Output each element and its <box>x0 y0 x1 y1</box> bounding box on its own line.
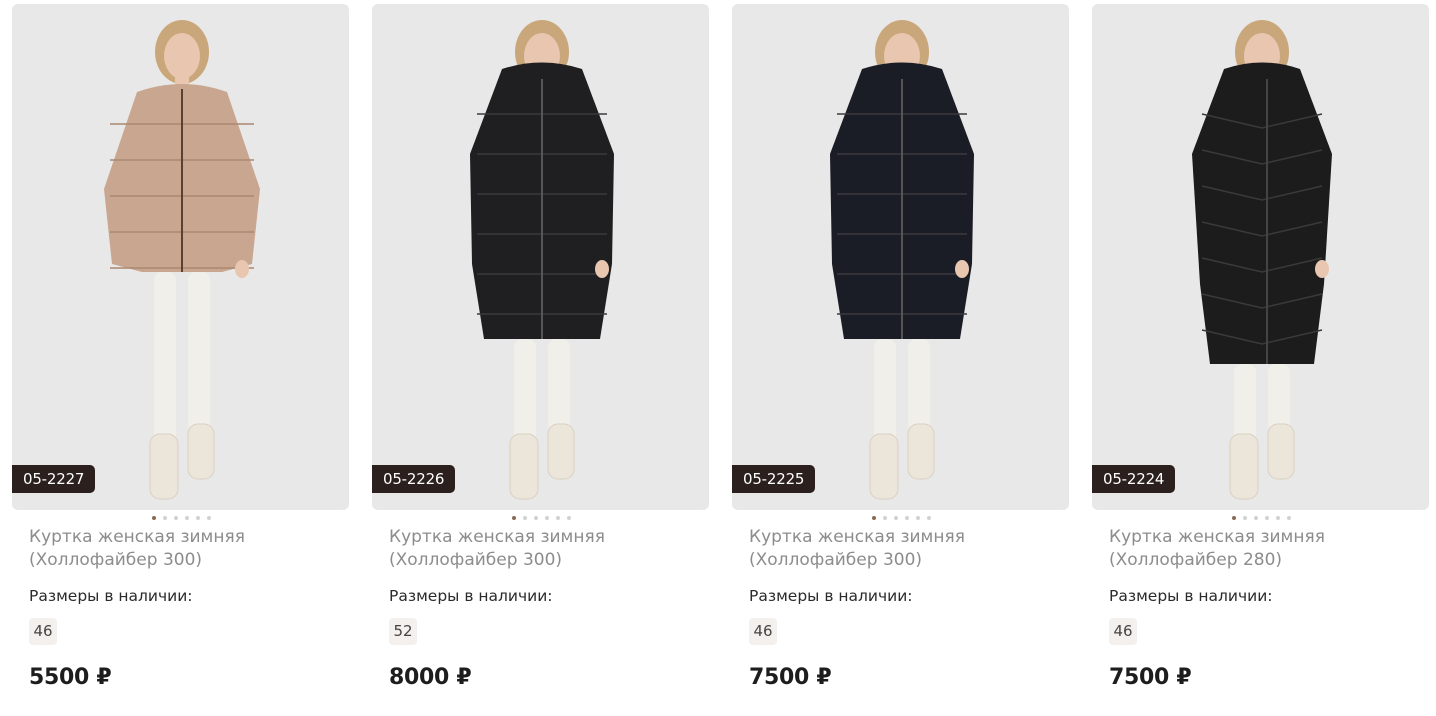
carousel-dots[interactable] <box>732 516 1069 524</box>
carousel-dot[interactable] <box>1232 516 1236 520</box>
product-card[interactable]: 05-2226 Куртка женская зимняя (Холлофайб… <box>372 4 709 704</box>
sizes-label: Размеры в наличии: <box>389 587 553 605</box>
carousel-dots[interactable] <box>372 516 709 524</box>
product-title-line2[interactable]: (Холлофайбер 300) <box>749 549 1059 572</box>
product-title-line1[interactable]: Куртка женская зимняя <box>389 526 699 549</box>
carousel-dot[interactable] <box>905 516 909 520</box>
product-photo[interactable]: 05-2227 <box>12 4 349 510</box>
carousel-dot[interactable] <box>523 516 527 520</box>
carousel-dot[interactable] <box>872 516 876 520</box>
size-chip[interactable]: 46 <box>1109 618 1137 645</box>
sku-badge: 05-2227 <box>12 465 96 493</box>
size-chip[interactable]: 52 <box>389 618 417 645</box>
sizes-label: Размеры в наличии: <box>749 587 913 605</box>
carousel-dot[interactable] <box>556 516 560 520</box>
sku-badge: 05-2226 <box>372 465 456 493</box>
carousel-dot[interactable] <box>163 516 167 520</box>
product-grid: 05-2227 Куртка женская зимняя (Холлофайб… <box>0 0 1436 716</box>
carousel-dot[interactable] <box>567 516 571 520</box>
product-title-line2[interactable]: (Холлофайбер 300) <box>29 549 339 572</box>
carousel-dot[interactable] <box>916 516 920 520</box>
carousel-dots[interactable] <box>1092 516 1429 524</box>
carousel-dot[interactable] <box>545 516 549 520</box>
product-card[interactable]: 05-2225 Куртка женская зимняя (Холлофайб… <box>732 4 1069 704</box>
carousel-dot[interactable] <box>1287 516 1291 520</box>
product-card[interactable]: 05-2224 Куртка женская зимняя (Холлофайб… <box>1092 4 1429 704</box>
price: 5500 ₽ <box>29 665 112 690</box>
product-title[interactable]: Куртка женская зимняя (Холлофайбер 300) <box>29 526 339 572</box>
product-title-line2[interactable]: (Холлофайбер 280) <box>1109 549 1419 572</box>
carousel-dot[interactable] <box>174 516 178 520</box>
sku-badge: 05-2225 <box>732 465 816 493</box>
product-photo[interactable]: 05-2225 <box>732 4 1069 510</box>
size-chip[interactable]: 46 <box>29 618 57 645</box>
sizes-label: Размеры в наличии: <box>29 587 193 605</box>
carousel-dot[interactable] <box>207 516 211 520</box>
product-title[interactable]: Куртка женская зимняя (Холлофайбер 300) <box>749 526 1059 572</box>
price: 8000 ₽ <box>389 665 472 690</box>
carousel-dot[interactable] <box>927 516 931 520</box>
product-title[interactable]: Куртка женская зимняя (Холлофайбер 280) <box>1109 526 1419 572</box>
carousel-dot[interactable] <box>1243 516 1247 520</box>
model-photo-illustration <box>470 20 614 500</box>
product-title-line2[interactable]: (Холлофайбер 300) <box>389 549 699 572</box>
size-chip[interactable]: 46 <box>749 618 777 645</box>
model-photo-illustration <box>104 20 260 500</box>
product-photo[interactable]: 05-2224 <box>1092 4 1429 510</box>
price: 7500 ₽ <box>749 665 832 690</box>
carousel-dot[interactable] <box>185 516 189 520</box>
product-card[interactable]: 05-2227 Куртка женская зимняя (Холлофайб… <box>12 4 349 704</box>
carousel-dot[interactable] <box>1265 516 1269 520</box>
sizes-label: Размеры в наличии: <box>1109 587 1273 605</box>
carousel-dot[interactable] <box>1276 516 1280 520</box>
sku-badge: 05-2224 <box>1092 465 1176 493</box>
carousel-dot[interactable] <box>534 516 538 520</box>
model-photo-illustration <box>830 20 974 500</box>
model-photo-illustration <box>1192 20 1332 500</box>
carousel-dot[interactable] <box>1254 516 1258 520</box>
carousel-dots[interactable] <box>12 516 349 524</box>
carousel-dot[interactable] <box>883 516 887 520</box>
price: 7500 ₽ <box>1109 665 1192 690</box>
carousel-dot[interactable] <box>196 516 200 520</box>
carousel-dot[interactable] <box>152 516 156 520</box>
product-photo[interactable]: 05-2226 <box>372 4 709 510</box>
carousel-dot[interactable] <box>512 516 516 520</box>
product-title-line1[interactable]: Куртка женская зимняя <box>749 526 1059 549</box>
product-title[interactable]: Куртка женская зимняя (Холлофайбер 300) <box>389 526 699 572</box>
product-title-line1[interactable]: Куртка женская зимняя <box>1109 526 1419 549</box>
carousel-dot[interactable] <box>894 516 898 520</box>
product-title-line1[interactable]: Куртка женская зимняя <box>29 526 339 549</box>
